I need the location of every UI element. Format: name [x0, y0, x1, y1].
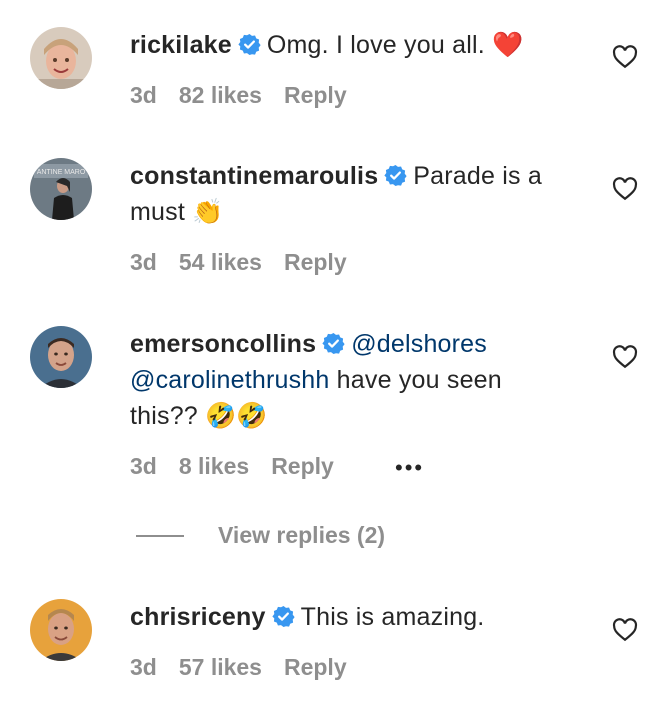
like-count[interactable]: 54 likes — [179, 249, 262, 275]
laughing-emoji: 🤣🤣 — [205, 401, 268, 430]
timestamp[interactable]: 3d — [130, 654, 157, 680]
timestamp[interactable]: 3d — [130, 249, 157, 275]
comment-meta: 3d 57 likes Reply — [130, 654, 369, 681]
like-count[interactable]: 57 likes — [179, 654, 262, 680]
verified-badge-icon — [238, 33, 261, 56]
heart-emoji: ❤️ — [492, 30, 524, 59]
clapping-hands-emoji: 👏 — [192, 197, 224, 226]
mention-link[interactable]: @delshores — [351, 330, 487, 358]
comment-meta: 3d 82 likes Reply — [130, 82, 369, 109]
view-replies-label: View replies (2) — [218, 522, 386, 548]
avatar-image — [30, 599, 92, 661]
comment-text: constantinemaroulis Parade is a must 👏 — [130, 158, 570, 230]
more-options-icon[interactable]: ••• — [395, 455, 424, 481]
comment-meta: 3d 54 likes Reply — [130, 249, 369, 276]
avatar[interactable]: ANTINE MARO — [30, 158, 92, 220]
username[interactable]: emersoncollins — [130, 330, 316, 358]
verified-badge-icon — [384, 164, 407, 187]
like-heart-icon[interactable] — [612, 176, 638, 202]
like-heart-icon[interactable] — [612, 344, 638, 370]
reply-button[interactable]: Reply — [284, 82, 347, 108]
comment-text: emersoncollins @delshores @carolinethrushh… — [130, 326, 570, 434]
view-replies-button[interactable]: View replies (2) — [136, 522, 385, 549]
comment-meta: 3d 8 likes Reply — [130, 453, 356, 480]
verified-badge-icon — [322, 332, 345, 355]
avatar-image — [30, 326, 92, 388]
timestamp[interactable]: 3d — [130, 82, 157, 108]
reply-button[interactable]: Reply — [284, 654, 347, 680]
username[interactable]: chrisriceny — [130, 603, 266, 631]
avatar[interactable] — [30, 326, 92, 388]
avatar[interactable] — [30, 599, 92, 661]
reply-button[interactable]: Reply — [284, 249, 347, 275]
like-count[interactable]: 8 likes — [179, 453, 249, 479]
avatar-image — [30, 27, 92, 89]
like-heart-icon[interactable] — [612, 44, 638, 70]
timestamp[interactable]: 3d — [130, 453, 157, 479]
svg-text:ANTINE MARO: ANTINE MARO — [37, 169, 86, 176]
divider-line — [136, 534, 184, 537]
comment-body: This is amazing. — [300, 603, 485, 631]
comment-body: Omg. I love you all. — [266, 31, 493, 59]
comment-text: rickilake Omg. I love you all. ❤️ — [130, 27, 570, 63]
mention-link[interactable]: @carolinethrushh — [130, 366, 330, 394]
like-count[interactable]: 82 likes — [179, 82, 262, 108]
avatar[interactable] — [30, 27, 92, 89]
username[interactable]: constantinemaroulis — [130, 162, 378, 190]
comment-text: chrisriceny This is amazing. — [130, 599, 570, 635]
avatar-image: ANTINE MARO — [30, 158, 92, 220]
like-heart-icon[interactable] — [612, 617, 638, 643]
username[interactable]: rickilake — [130, 31, 232, 59]
verified-badge-icon — [272, 605, 295, 628]
reply-button[interactable]: Reply — [271, 453, 334, 479]
